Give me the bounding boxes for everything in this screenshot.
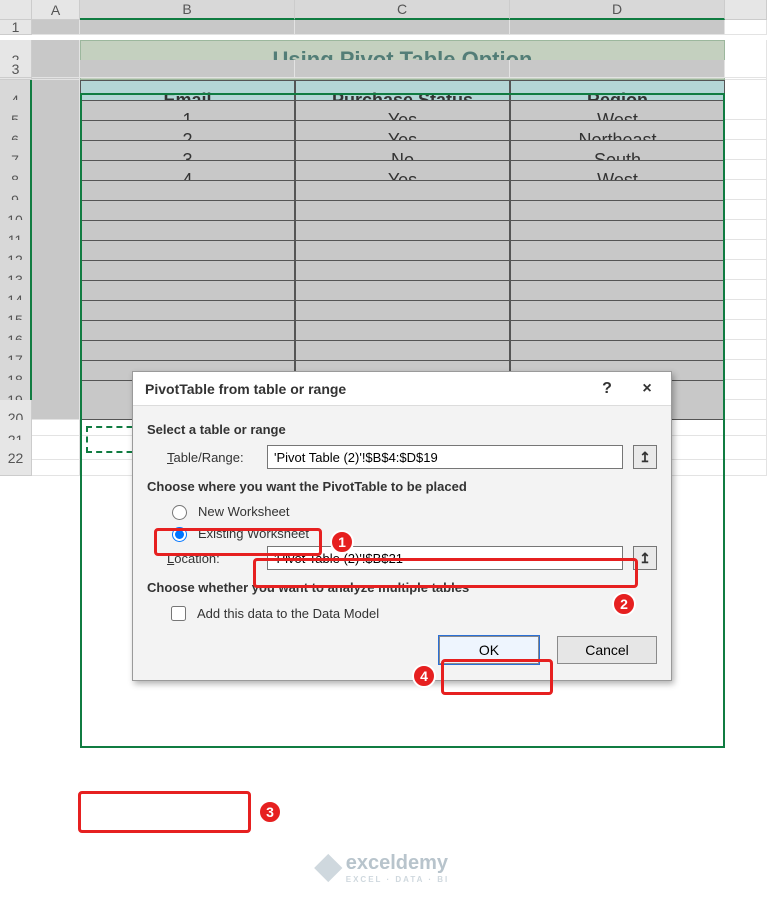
selectall-corner[interactable] [0,0,32,20]
cell[interactable] [725,20,767,35]
annotation-num-1: 1 [330,530,354,554]
checkbox-data-model[interactable] [171,606,186,621]
cancel-button[interactable]: Cancel [557,636,657,664]
close-button[interactable]: × [631,376,663,402]
watermark-brand: exceldemy [346,852,448,874]
annotation-num-2: 2 [612,592,636,616]
col-C[interactable]: C [295,0,510,20]
col-B[interactable]: B [80,0,295,20]
radio-new-worksheet-label: New Worksheet [198,504,290,519]
ok-button[interactable]: OK [439,636,539,664]
section-select-range: Select a table or range [147,422,657,437]
cell[interactable] [510,60,725,78]
dialog-titlebar[interactable]: PivotTable from table or range ? × [133,372,671,406]
watermark: exceldemy EXCEL · DATA · BI [318,852,449,884]
radio-existing-worksheet-label: Existing Worksheet [198,526,309,541]
cell[interactable] [32,60,80,78]
annotation-box-3 [78,791,251,833]
collapse-range-icon[interactable]: ↥ [633,546,657,570]
cell[interactable] [725,60,767,78]
annotation-num-3: 3 [258,800,282,824]
cell[interactable] [32,440,80,476]
pivottable-dialog: PivotTable from table or range ? × Selec… [132,371,672,681]
cell[interactable] [295,60,510,78]
row-22[interactable]: 22 [0,440,32,476]
cell[interactable] [80,60,295,78]
dialog-body: Select a table or range Table/Range: ↥ C… [133,406,671,680]
location-input[interactable] [267,546,623,570]
cell[interactable] [80,20,295,35]
col-blank[interactable] [725,0,767,20]
table-range-label: Table/Range: [167,450,257,465]
section-multiple-tables: Choose whether you want to analyze multi… [147,580,657,595]
cell[interactable] [725,440,767,476]
row-3[interactable]: 3 [0,60,32,78]
cell[interactable] [32,20,80,35]
annotation-num-4: 4 [412,664,436,688]
dialog-title: PivotTable from table or range [145,381,346,397]
location-label: Location: [167,551,257,566]
watermark-tag: EXCEL · DATA · BI [346,875,449,884]
radio-existing-worksheet[interactable] [172,527,187,542]
help-button[interactable]: ? [591,376,623,402]
cell[interactable] [295,20,510,35]
cube-icon [314,854,342,882]
section-placement: Choose where you want the PivotTable to … [147,479,657,494]
cell[interactable] [510,20,725,35]
collapse-range-icon[interactable]: ↥ [633,445,657,469]
table-range-input[interactable] [267,445,623,469]
radio-new-worksheet[interactable] [172,505,187,520]
row-1[interactable]: 1 [0,20,32,35]
checkbox-data-model-label: Add this data to the Data Model [197,606,379,621]
col-A[interactable]: A [32,0,80,20]
col-D[interactable]: D [510,0,725,20]
